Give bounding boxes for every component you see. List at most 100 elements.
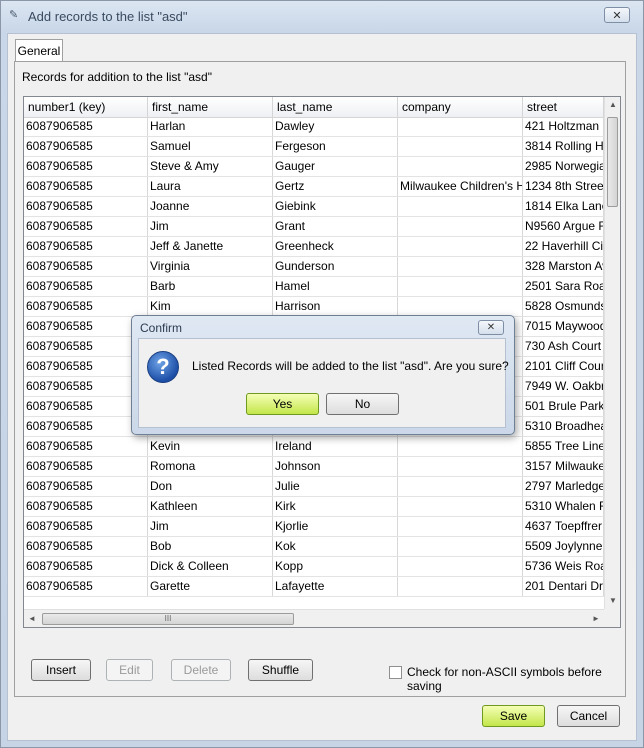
table-cell[interactable]: Jim	[148, 217, 273, 236]
table-row[interactable]: 6087906585KathleenKirk 5310 Whalen Ro	[24, 497, 604, 517]
vertical-scroll-thumb[interactable]	[607, 117, 618, 207]
table-cell[interactable]: 6087906585	[24, 257, 148, 276]
table-cell[interactable]: 7949 W. Oakbro	[523, 377, 604, 396]
scroll-right-icon[interactable]: ►	[588, 610, 604, 627]
table-cell[interactable]: Garette	[148, 577, 273, 596]
table-cell[interactable]: 501 Brule Parkwa	[523, 397, 604, 416]
table-row[interactable]: 6087906585SamuelFergeson 3814 Rolling Hil…	[24, 137, 604, 157]
table-cell[interactable]: 2985 Norwegian	[523, 157, 604, 176]
table-cell[interactable]	[398, 577, 523, 596]
table-cell[interactable]: Johnson	[273, 457, 398, 476]
table-cell[interactable]: 6087906585	[24, 517, 148, 536]
table-cell[interactable]: 6087906585	[24, 457, 148, 476]
table-cell[interactable]	[398, 117, 523, 136]
shuffle-button[interactable]: Shuffle	[248, 659, 313, 681]
table-cell[interactable]	[398, 237, 523, 256]
table-cell[interactable]: Gertz	[273, 177, 398, 196]
table-row[interactable]: 6087906585 Jeff & Janette Greenheck 22 Have…	[24, 237, 604, 257]
table-cell[interactable]: Steve & Amy	[148, 157, 273, 176]
table-cell[interactable]: 2101 Cliff Court	[523, 357, 604, 376]
save-button[interactable]: Save	[482, 705, 545, 727]
table-cell[interactable]: Harrison	[273, 297, 398, 316]
table-cell[interactable]: Kim	[148, 297, 273, 316]
table-cell[interactable]: 5310 Broadhead	[523, 417, 604, 436]
table-cell[interactable]: 6087906585	[24, 117, 148, 136]
no-button[interactable]: No	[326, 393, 399, 415]
table-cell[interactable]: Giebink	[273, 197, 398, 216]
table-cell[interactable]: 6087906585	[24, 137, 148, 156]
table-cell[interactable]	[398, 517, 523, 536]
table-cell[interactable]: 1234 8th Street	[523, 177, 604, 196]
tab-general[interactable]: General	[15, 39, 63, 61]
table-cell[interactable]: 328 Marston Ave	[523, 257, 604, 276]
table-row[interactable]: 6087906585 Virginia Gunderson 328 Marston A…	[24, 257, 604, 277]
table-cell[interactable]: Greenheck	[273, 237, 398, 256]
table-cell[interactable]: 6087906585	[24, 157, 148, 176]
table-cell[interactable]: Virginia	[148, 257, 273, 276]
table-cell[interactable]: Bob	[148, 537, 273, 556]
table-cell[interactable]: Kevin	[148, 437, 273, 456]
table-cell[interactable]: Lafayette	[273, 577, 398, 596]
horizontal-scroll-thumb[interactable]: III	[42, 613, 294, 625]
table-cell[interactable]	[398, 437, 523, 456]
table-cell[interactable]	[398, 257, 523, 276]
table-row[interactable]: 6087906585HarlanDawley 421 Holtzman Ro	[24, 117, 604, 137]
table-cell[interactable]: Fergeson	[273, 137, 398, 156]
table-row[interactable]: 6087906585DonJulie 2797 Marledge S	[24, 477, 604, 497]
table-cell[interactable]: Kopp	[273, 557, 398, 576]
delete-button[interactable]: Delete	[171, 659, 231, 681]
table-cell[interactable]: Kjorlie	[273, 517, 398, 536]
table-cell[interactable]: 6087906585	[24, 357, 148, 376]
table-cell[interactable]: 4637 Toepffrer R	[523, 517, 604, 536]
table-cell[interactable]: 6087906585	[24, 577, 148, 596]
table-cell[interactable]: 6087906585	[24, 177, 148, 196]
table-cell[interactable]: Gunderson	[273, 257, 398, 276]
table-row[interactable]: 6087906585 Laura Gertz Milwaukee Children's…	[24, 177, 604, 197]
table-cell[interactable]: 5509 Joylynne D	[523, 537, 604, 556]
table-cell[interactable]: Ireland	[273, 437, 398, 456]
table-cell[interactable]: 22 Haverhill Circl	[523, 237, 604, 256]
table-row[interactable]: 6087906585 Steve & Amy Gauger 2985 Norwegia…	[24, 157, 604, 177]
vertical-scrollbar[interactable]: ▲ ▼	[604, 97, 620, 609]
table-cell[interactable]: 2797 Marledge S	[523, 477, 604, 496]
table-cell[interactable]	[398, 537, 523, 556]
table-cell[interactable]: 6087906585	[24, 217, 148, 236]
column-header-company[interactable]: company	[398, 97, 523, 117]
table-cell[interactable]: 201 Dentari Drive	[523, 577, 604, 596]
table-cell[interactable]	[398, 297, 523, 316]
table-row[interactable]: 6087906585 Romona Johnson 3157 Milwaukee	[24, 457, 604, 477]
table-row[interactable]: 6087906585BobKok 5509 Joylynne D	[24, 537, 604, 557]
table-cell[interactable]: 6087906585	[24, 197, 148, 216]
table-cell[interactable]: Romona	[148, 457, 273, 476]
table-cell[interactable]: Kirk	[273, 497, 398, 516]
column-header-first-name[interactable]: first_name	[148, 97, 273, 117]
table-cell[interactable]: Harlan	[148, 117, 273, 136]
table-cell[interactable]: 421 Holtzman Ro	[523, 117, 604, 136]
table-cell[interactable]: 6087906585	[24, 417, 148, 436]
table-row[interactable]: 6087906585 Joanne Giebink 1814 Elka Lane	[24, 197, 604, 217]
table-cell[interactable]: 5855 Tree Line D	[523, 437, 604, 456]
table-cell[interactable]: 6087906585	[24, 377, 148, 396]
table-cell[interactable]: Joanne	[148, 197, 273, 216]
table-cell[interactable]: 6087906585	[24, 497, 148, 516]
table-cell[interactable]	[398, 217, 523, 236]
table-cell[interactable]	[398, 197, 523, 216]
table-cell[interactable]: 3157 Milwaukee	[523, 457, 604, 476]
yes-button[interactable]: Yes	[246, 393, 319, 415]
table-cell[interactable]: Jim	[148, 517, 273, 536]
insert-button[interactable]: Insert	[31, 659, 91, 681]
table-cell[interactable]: 1814 Elka Lane	[523, 197, 604, 216]
table-cell[interactable]	[398, 457, 523, 476]
table-cell[interactable]: Laura	[148, 177, 273, 196]
table-row[interactable]: 6087906585 Barb Hamel 2501 Sara Road	[24, 277, 604, 297]
table-cell[interactable]: Kathleen	[148, 497, 273, 516]
table-cell[interactable]: 3814 Rolling Hill D	[523, 137, 604, 156]
table-cell[interactable]: 6087906585	[24, 317, 148, 336]
column-header-last-name[interactable]: last_name	[273, 97, 398, 117]
table-cell[interactable]: 6087906585	[24, 397, 148, 416]
table-cell[interactable]	[398, 497, 523, 516]
edit-button[interactable]: Edit	[106, 659, 153, 681]
table-cell[interactable]: 6087906585	[24, 437, 148, 456]
column-header-street[interactable]: street	[523, 97, 604, 117]
table-cell[interactable]: Dick & Colleen	[148, 557, 273, 576]
